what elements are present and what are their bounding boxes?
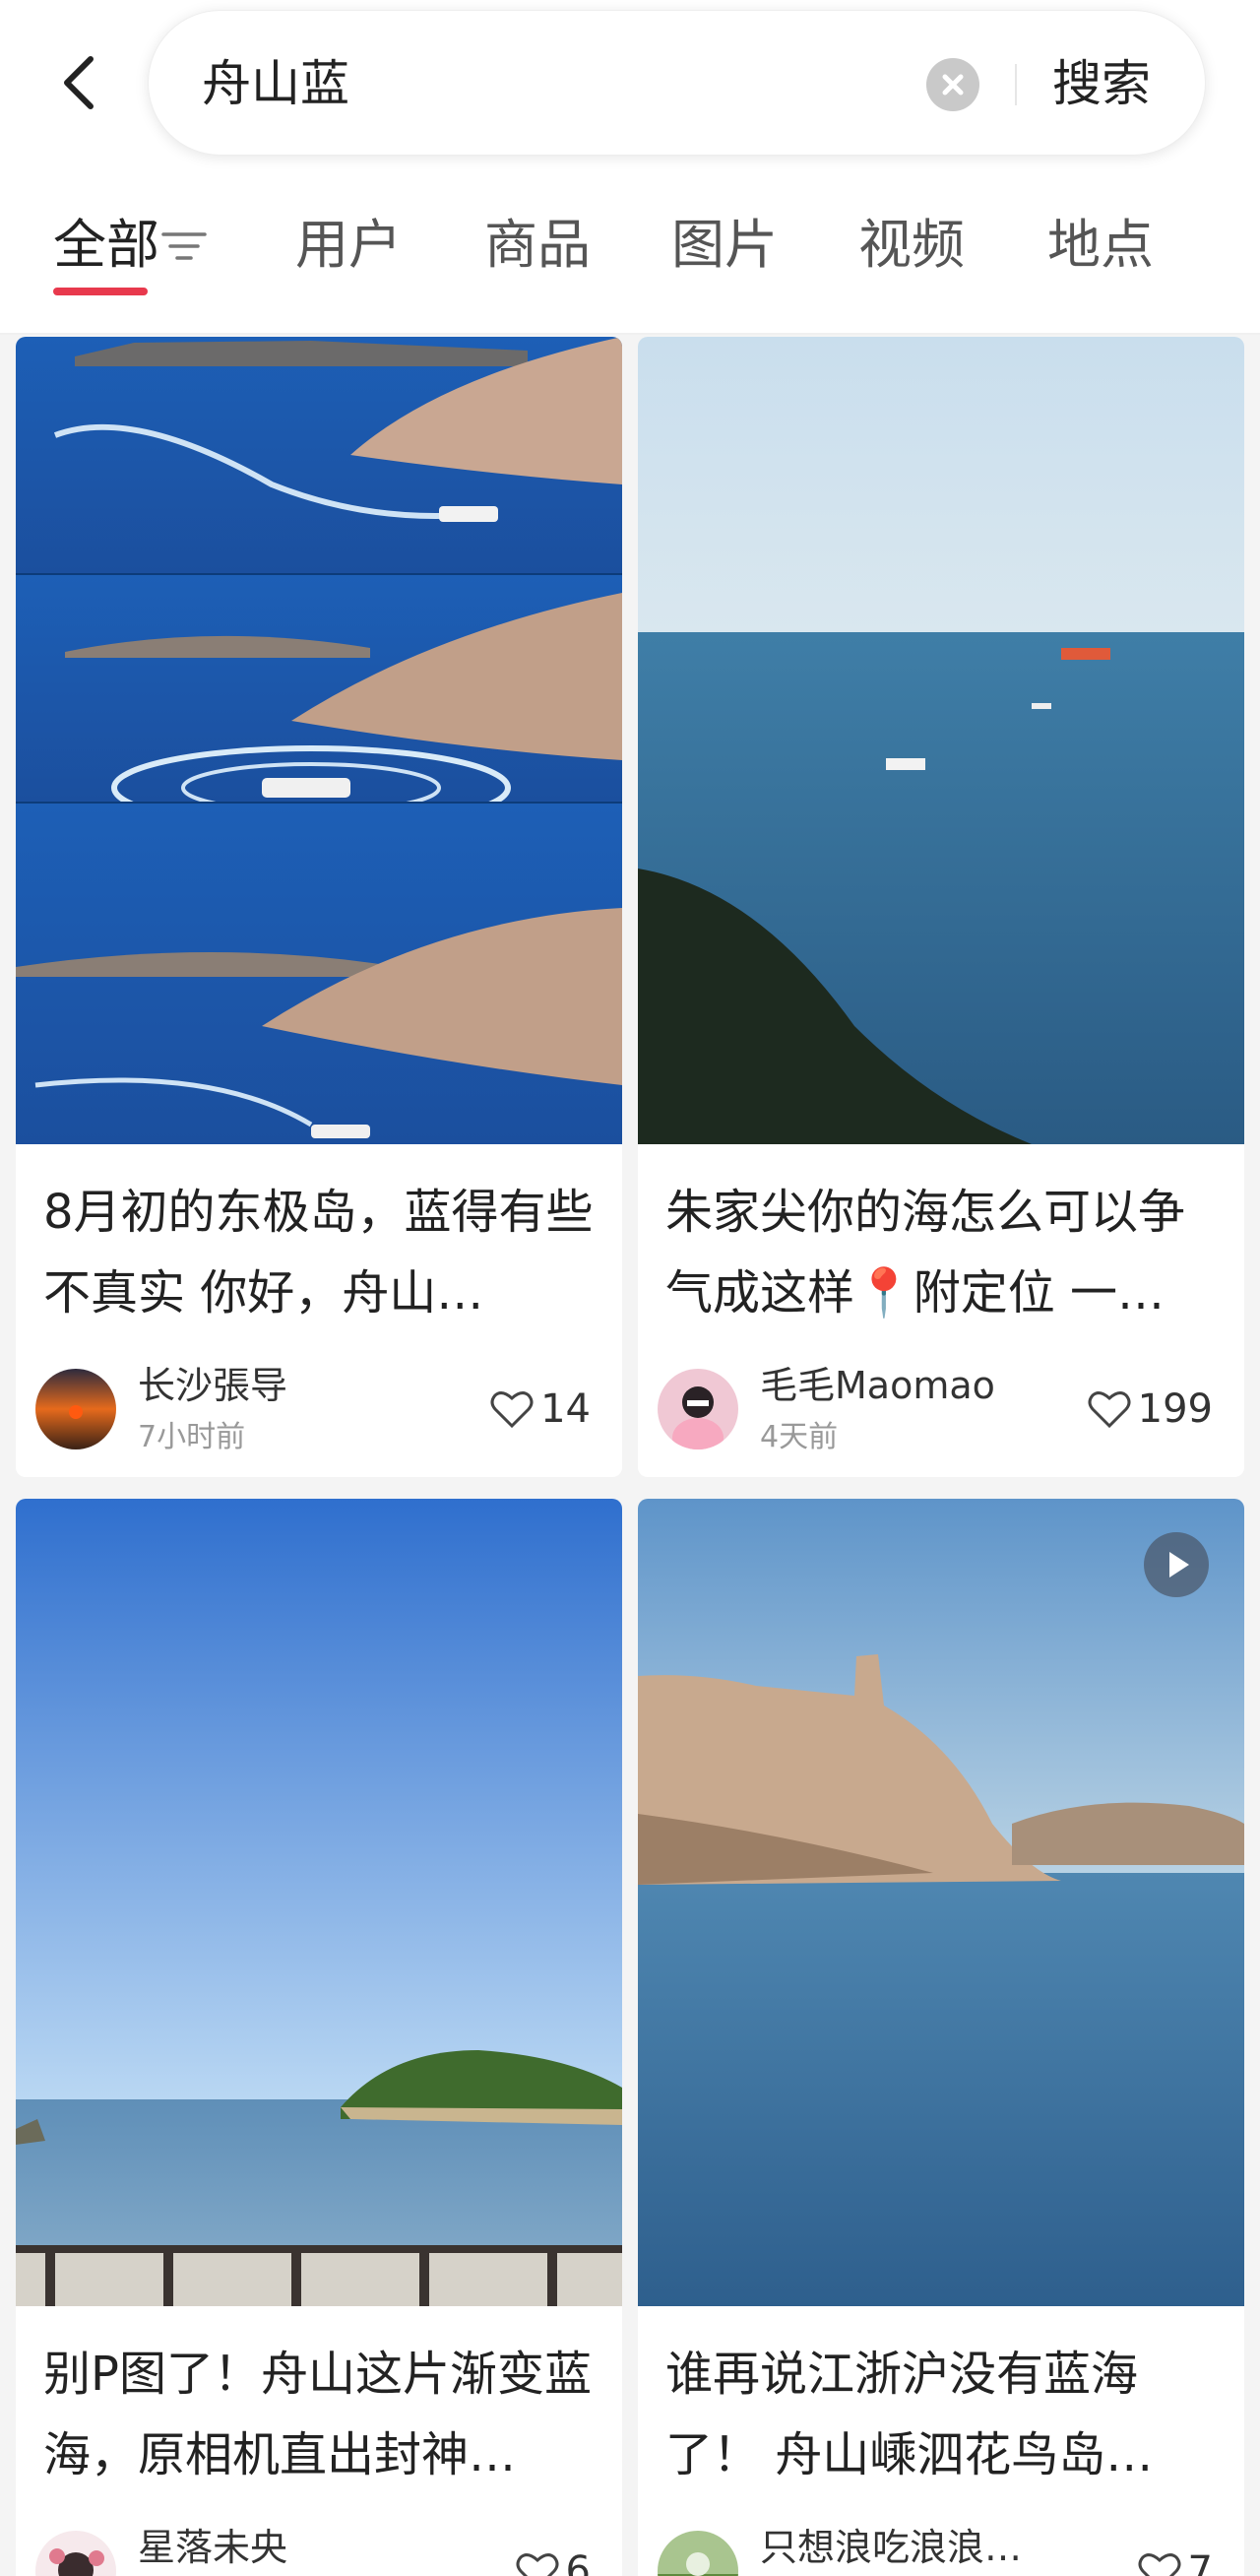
like-button[interactable]: 199 <box>1087 1385 1213 1434</box>
tab-videos[interactable]: 视频 <box>858 211 965 280</box>
card-title: 别P图了！舟山这片渐变蓝海，原相机直出封神… <box>43 2347 592 2482</box>
like-button[interactable]: 7 <box>1137 2546 1213 2576</box>
results-feed: 8月初的东极岛，蓝得有些不真实 你好，舟山… 长沙張导 7小时前 14 朱家尖你… <box>0 335 1260 2576</box>
card-cover-image <box>16 1499 622 2306</box>
heart-icon <box>1088 1391 1131 1429</box>
close-icon <box>942 74 964 96</box>
search-input[interactable]: 舟山蓝 搜索 <box>148 10 1206 156</box>
post-time: 7小时前 <box>138 1420 246 1454</box>
card-cover-image <box>16 337 622 1144</box>
clear-search-button[interactable] <box>926 58 979 111</box>
tab-all[interactable]: 全部 <box>53 211 159 280</box>
result-card[interactable]: 别P图了！舟山这片渐变蓝海，原相机直出封神… 星落未央 6 <box>16 1499 622 2576</box>
tab-users[interactable]: 用户 <box>295 211 402 280</box>
search-divider <box>1015 64 1017 105</box>
filter-icon[interactable] <box>159 226 209 266</box>
card-title: 8月初的东极岛，蓝得有些不真实 你好，舟山… <box>43 1185 594 1320</box>
card-title: 朱家尖你的海怎么可以争气成这样📍附定位 一… <box>665 1185 1186 1320</box>
author-name[interactable]: 星落未央 <box>138 2523 433 2572</box>
card-cover-image <box>638 337 1244 1144</box>
author-name[interactable]: 长沙張导 <box>138 1361 433 1410</box>
tab-products[interactable]: 商品 <box>484 211 591 280</box>
card-title: 谁再说江浙沪没有蓝海了！ 舟山嵊泗花鸟岛… <box>665 2347 1154 2482</box>
search-tabs: 全部 用户 商品 图片 视频 地点 <box>0 187 1260 335</box>
avatar[interactable] <box>35 2531 116 2576</box>
author-name[interactable]: 只想浪吃浪浪浪… <box>760 2523 1055 2572</box>
avatar[interactable] <box>658 2531 738 2576</box>
back-button[interactable] <box>49 43 108 122</box>
chevron-left-icon <box>64 56 94 109</box>
heart-icon <box>516 2553 559 2576</box>
tab-images[interactable]: 图片 <box>671 211 778 280</box>
like-button[interactable]: 6 <box>515 2546 591 2576</box>
like-count: 14 <box>540 1386 591 1432</box>
result-card[interactable]: 朱家尖你的海怎么可以争气成这样📍附定位 一… 毛毛Maomao 4天前 199 <box>638 337 1244 1477</box>
like-count: 6 <box>565 2548 591 2576</box>
like-count: 7 <box>1187 2548 1213 2576</box>
play-icon <box>1169 1552 1189 1578</box>
card-cover-image <box>638 1499 1244 2306</box>
author-name[interactable]: 毛毛Maomao <box>760 1361 1055 1410</box>
tab-places[interactable]: 地点 <box>1047 211 1154 280</box>
search-button[interactable]: 搜索 <box>1052 52 1151 115</box>
heart-icon <box>490 1391 534 1429</box>
search-query-text[interactable]: 舟山蓝 <box>202 52 349 115</box>
like-count: 199 <box>1137 1386 1213 1432</box>
result-card[interactable]: 谁再说江浙沪没有蓝海了！ 舟山嵊泗花鸟岛… 只想浪吃浪浪浪… 7 <box>638 1499 1244 2576</box>
avatar[interactable] <box>658 1369 738 1449</box>
post-time: 4天前 <box>760 1420 839 1454</box>
active-tab-indicator <box>53 288 148 295</box>
search-header: 舟山蓝 搜索 <box>0 0 1260 167</box>
heart-icon <box>1138 2553 1181 2576</box>
like-button[interactable]: 14 <box>489 1385 591 1434</box>
result-card[interactable]: 8月初的东极岛，蓝得有些不真实 你好，舟山… 长沙張导 7小时前 14 <box>16 337 622 1477</box>
video-badge <box>1144 1532 1209 1597</box>
avatar[interactable] <box>35 1369 116 1449</box>
